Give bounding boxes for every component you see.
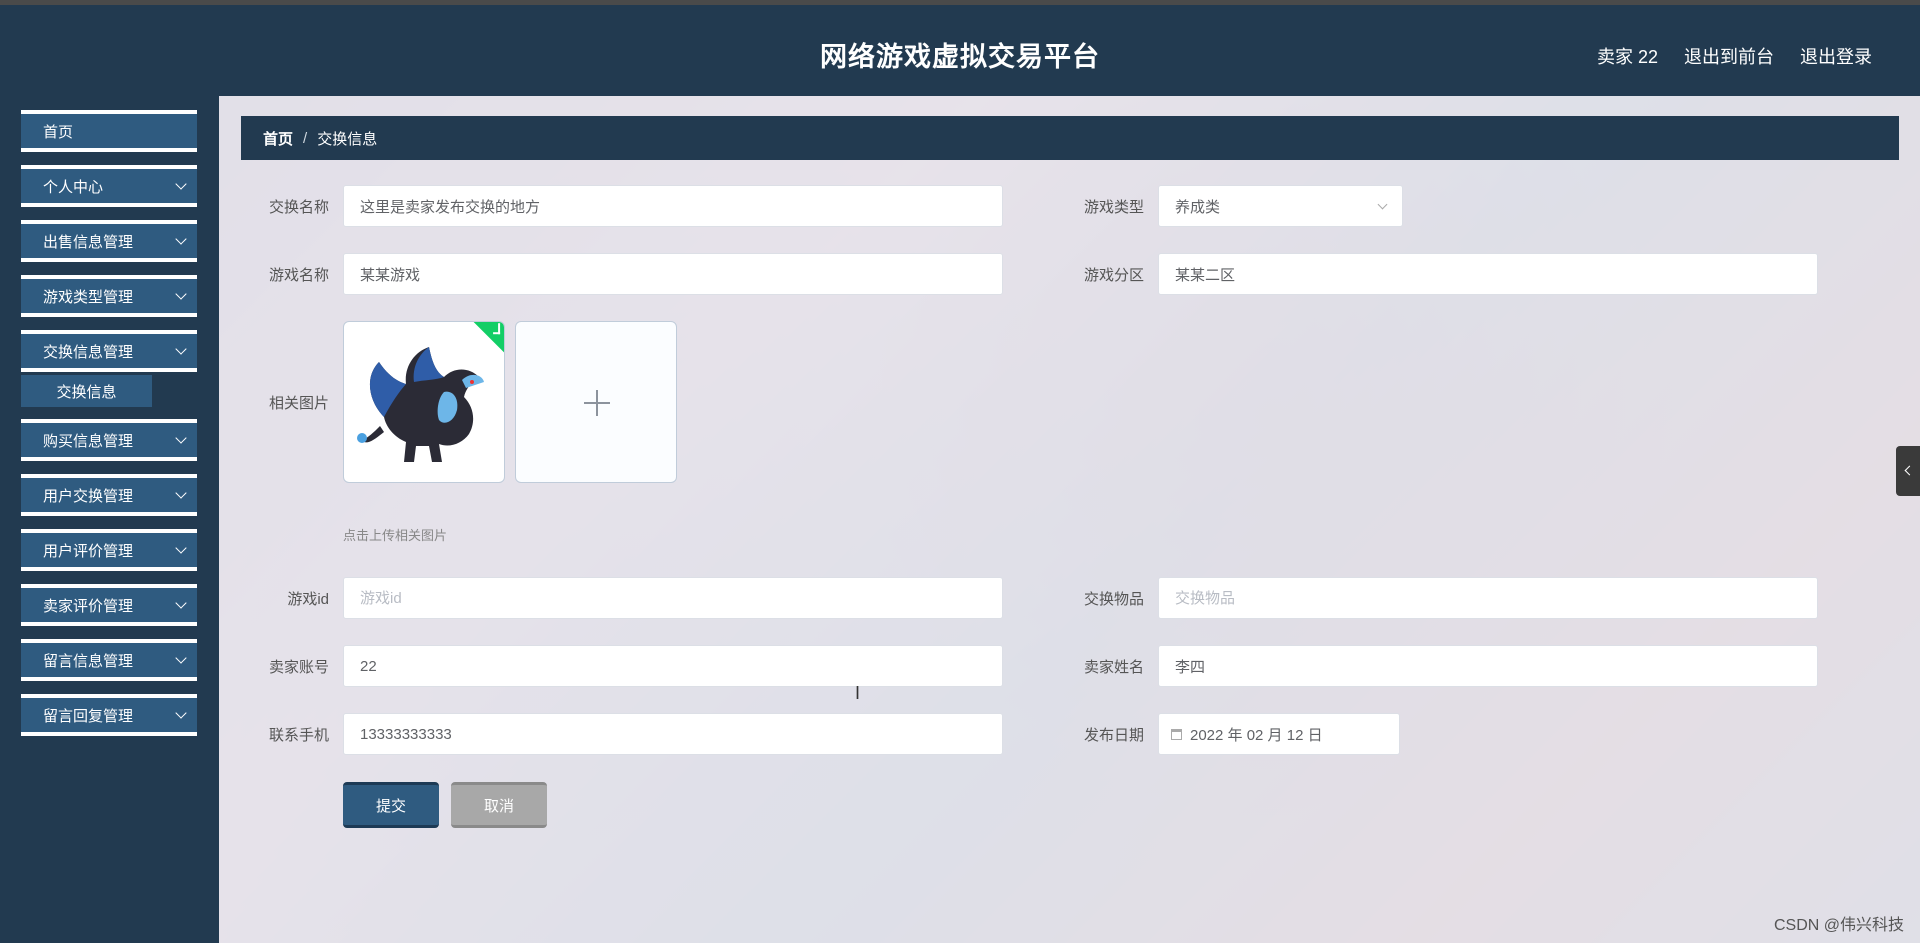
sidebar-item-label: 出售信息管理 [43,233,134,251]
sidebar-item-label: 交换信息管理 [43,343,134,361]
sidebar-item-label: 留言回复管理 [43,707,134,725]
chevron-left-icon [1904,465,1915,476]
side-panel-toggle[interactable] [1896,446,1920,496]
sidebar-item-label: 卖家评价管理 [43,597,134,615]
sidebar-item-user-review-management[interactable]: 用户评价管理 [21,529,197,571]
sidebar-item-seller-review-management[interactable]: 卖家评价管理 [21,584,197,626]
logout-link[interactable]: 退出登录 [1800,43,1872,69]
check-icon [493,323,501,335]
chevron-down-icon [175,652,187,664]
upload-image-button[interactable] [515,321,677,483]
dragon-image [357,347,484,462]
sidebar-item-label: 购买信息管理 [43,432,134,450]
cancel-button[interactable]: 取消 [451,782,547,828]
sidebar-item-exchange-management[interactable]: 交换信息管理 [21,330,197,372]
main-content: 首页 / 交换信息 交换名称 游戏类型 养成类 游戏名称 游戏分区 相关图片 [219,96,1920,943]
seller-account-input[interactable] [343,645,1003,687]
sidebar-item-user-exchange-management[interactable]: 用户交换管理 [21,474,197,516]
exchange-item-label: 交换物品 [1083,591,1144,608]
exchange-name-label: 交换名称 [268,199,329,216]
breadcrumb-separator: / [303,129,308,147]
breadcrumb-home[interactable]: 首页 [263,128,293,149]
submit-button[interactable]: 提交 [343,782,439,828]
game-type-select[interactable]: 养成类 [1158,185,1403,227]
chevron-down-icon [175,707,187,719]
chevron-down-icon [175,597,187,609]
breadcrumb-current: 交换信息 [317,130,378,148]
chevron-down-icon [175,288,187,300]
publish-date-label: 发布日期 [1083,727,1144,744]
sidebar-item-label: 首页 [43,123,74,141]
seller-account-label: 卖家账号 [268,659,329,676]
upload-tip: 点击上传相关图片 [343,528,448,543]
chevron-down-icon [1377,199,1388,210]
sidebar-item-home[interactable]: 首页 [21,110,197,152]
sidebar-item-label: 用户交换管理 [43,487,134,505]
chevron-down-icon [175,487,187,499]
chevron-down-icon [175,542,187,554]
game-type-value: 养成类 [1175,198,1221,216]
exchange-name-input[interactable] [343,185,1003,227]
user-label: 卖家 22 [1596,47,1658,67]
sidebar-item-game-type-management[interactable]: 游戏类型管理 [21,275,197,317]
plus-icon-vertical [596,390,598,416]
game-type-label: 游戏类型 [1083,199,1144,216]
seller-name-input[interactable] [1158,645,1818,687]
phone-label: 联系手机 [268,727,329,744]
watermark: CSDN @伟兴科技 [1773,917,1904,934]
calendar-icon [1171,728,1182,740]
game-name-label: 游戏名称 [268,267,329,284]
breadcrumb: 首页 / 交换信息 [241,116,1899,160]
sidebar-item-sale-management[interactable]: 出售信息管理 [21,220,197,262]
sidebar-item-label: 留言信息管理 [43,652,134,670]
game-id-input[interactable] [343,577,1003,619]
sidebar-item-label: 用户评价管理 [43,542,134,560]
sidebar-item-label: 游戏类型管理 [43,288,134,306]
sidebar-item-label: 个人中心 [43,178,104,196]
exchange-item-input[interactable] [1158,577,1818,619]
game-id-label: 游戏id [287,591,329,608]
chevron-down-icon [175,178,187,190]
game-zone-label: 游戏分区 [1083,267,1144,284]
game-name-input[interactable] [343,253,1003,295]
game-zone-input[interactable] [1158,253,1818,295]
sidebar-item-personal-center[interactable]: 个人中心 [21,165,197,207]
sidebar-subitem-exchange-info[interactable]: 交换信息 [21,375,152,407]
chevron-down-icon [175,432,187,444]
top-header: 网络游戏虚拟交易平台 卖家 22 退出到前台 退出登录 [0,0,1920,96]
publish-date-value: 2022 年 02 月 12 日 [1190,726,1323,744]
publish-date-picker[interactable]: 2022 年 02 月 12 日 [1158,713,1400,755]
text-cursor-icon: I [855,683,861,703]
chevron-down-icon [175,233,187,245]
images-label: 相关图片 [268,395,329,412]
uploaded-image-thumbnail[interactable] [343,321,505,483]
sidebar-item-reply-management[interactable]: 留言回复管理 [21,694,197,736]
sidebar-item-message-management[interactable]: 留言信息管理 [21,639,197,681]
seller-name-label: 卖家姓名 [1083,659,1144,676]
sidebar-item-purchase-management[interactable]: 购买信息管理 [21,419,197,461]
phone-input[interactable] [343,713,1003,755]
chevron-down-icon [175,343,187,355]
sidebar: 首页 个人中心 出售信息管理 游戏类型管理 交换信息管理 交换信息 购买信息管理… [0,96,219,943]
back-to-front-link[interactable]: 退出到前台 [1684,43,1774,69]
